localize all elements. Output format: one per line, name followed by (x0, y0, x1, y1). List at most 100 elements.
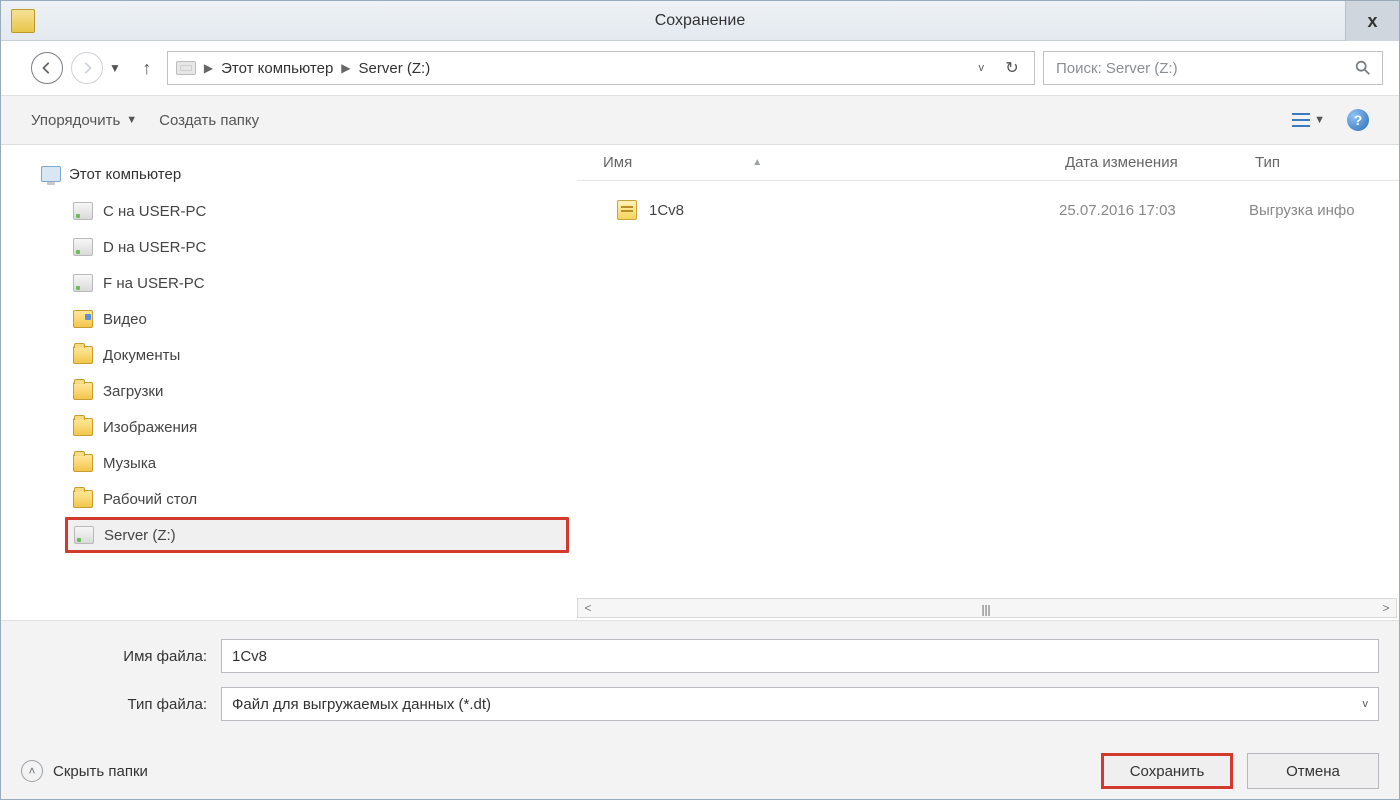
folder-icon (73, 454, 93, 472)
tree-item[interactable]: F на USER-PC (65, 265, 569, 301)
arrow-right-icon (80, 61, 94, 75)
tree-item-label: Загрузки (103, 383, 163, 400)
list-view-icon (1292, 113, 1310, 127)
breadcrumb-root[interactable]: Этот компьютер (221, 60, 333, 77)
tree-item[interactable]: Загрузки (65, 373, 569, 409)
tree-item[interactable]: Изображения (65, 409, 569, 445)
file-row[interactable]: 1Cv8 25.07.2016 17:03Выгрузка инфо (577, 191, 1399, 229)
column-headers: Имя ▲ Дата изменения Тип (577, 145, 1399, 181)
tree-root-label: Этот компьютер (69, 166, 181, 183)
filename-label: Имя файла: (21, 648, 221, 665)
nav-back-button[interactable] (31, 52, 63, 84)
column-header-type[interactable]: Тип (1249, 154, 1399, 171)
folder-icon (73, 382, 93, 400)
tree-item[interactable]: Документы (65, 337, 569, 373)
drive-icon (74, 526, 94, 544)
view-options-button[interactable]: ▼ (1292, 113, 1325, 127)
tree-item[interactable]: C на USER-PC (65, 193, 569, 229)
media-icon (73, 310, 93, 328)
tree-item[interactable]: D на USER-PC (65, 229, 569, 265)
computer-icon (41, 166, 61, 182)
filetype-select[interactable]: Файл для выгружаемых данных (*.dt) v (221, 687, 1379, 721)
tree-item-label: Документы (103, 347, 180, 364)
hide-folders-label: Скрыть папки (53, 763, 148, 780)
file-icon (617, 200, 637, 220)
tree-item-label: Server (Z:) (104, 527, 176, 544)
tree-item[interactable]: Музыка (65, 445, 569, 481)
nav-history-dropdown[interactable]: ▼ (109, 61, 121, 75)
tree-item-label: D на USER-PC (103, 239, 206, 256)
filetype-label: Тип файла: (21, 696, 221, 713)
folder-icon (73, 418, 93, 436)
file-list-pane: Имя ▲ Дата изменения Тип 1Cv8 25.07.2016 … (577, 145, 1399, 620)
filename-row: Имя файла: (21, 639, 1379, 673)
drive-icon (73, 274, 93, 292)
scroll-track[interactable]: Ⅲ (598, 602, 1376, 614)
file-type: Выгрузка инфо (1249, 202, 1399, 219)
folder-tree: Этот компьютер C на USER-PC D на USER-PC F… (1, 145, 577, 620)
main-area: Этот компьютер C на USER-PC D на USER-PC F… (1, 145, 1399, 620)
cancel-button[interactable]: Отмена (1247, 753, 1379, 789)
save-button[interactable]: Сохранить (1101, 753, 1233, 789)
tree-root-this-pc[interactable]: Этот компьютер (41, 159, 569, 189)
filetype-value: Файл для выгружаемых данных (*.dt) (232, 696, 491, 713)
help-button[interactable]: ? (1347, 109, 1369, 131)
sort-asc-icon: ▲ (752, 157, 762, 168)
toolbar: Упорядочить ▼ Создать папку ▼ ? (1, 95, 1399, 145)
app-icon (11, 9, 35, 33)
file-list: 1Cv8 25.07.2016 17:03Выгрузка инфо (577, 181, 1399, 598)
tree-item[interactable]: Рабочий стол (65, 481, 569, 517)
horizontal-scrollbar[interactable]: < Ⅲ > (577, 598, 1397, 618)
bottom-panel: Имя файла: Тип файла: Файл для выгружаем… (1, 620, 1399, 799)
search-icon (1354, 59, 1372, 77)
search-input[interactable] (1054, 59, 1354, 78)
hide-folders-toggle[interactable]: ˄ Скрыть папки (21, 760, 148, 782)
tree-item-label: Музыка (103, 455, 156, 472)
scroll-right-button[interactable]: > (1376, 601, 1396, 615)
organize-button[interactable]: Упорядочить ▼ (31, 112, 137, 129)
folder-icon (73, 346, 93, 364)
nav-forward-button (71, 52, 103, 84)
tree-item-label: Изображения (103, 419, 197, 436)
close-button[interactable]: x (1345, 1, 1399, 41)
scroll-left-button[interactable]: < (578, 601, 598, 615)
refresh-button[interactable]: ↻ (998, 58, 1026, 78)
file-date: 25.07.2016 17:03 (1059, 202, 1249, 219)
chevron-up-icon: ˄ (21, 760, 43, 782)
drive-icon (73, 202, 93, 220)
chevron-right-icon: ▶ (204, 61, 213, 75)
arrow-left-icon (40, 61, 54, 75)
save-dialog: Сохранение x ▼ ↑ ▶ Этот компьютер ▶ Serv… (0, 0, 1400, 800)
nav-up-button[interactable]: ↑ (135, 58, 159, 79)
tree-item[interactable]: Server (Z:) (65, 517, 569, 553)
new-folder-button[interactable]: Создать папку (159, 112, 259, 129)
tree-item-label: Видео (103, 311, 147, 328)
drive-icon (73, 238, 93, 256)
search-box[interactable] (1043, 51, 1383, 85)
column-header-date[interactable]: Дата изменения (1059, 154, 1249, 171)
tree-item-label: C на USER-PC (103, 203, 206, 220)
scroll-grip-icon: Ⅲ (966, 602, 1008, 614)
column-header-name[interactable]: Имя ▲ (597, 154, 1059, 171)
tree-item-label: Рабочий стол (103, 491, 197, 508)
new-folder-label: Создать папку (159, 112, 259, 129)
tree-item-label: F на USER-PC (103, 275, 205, 292)
folder-icon (73, 490, 93, 508)
address-dropdown[interactable]: v (971, 62, 993, 74)
window-title: Сохранение (1, 12, 1399, 30)
breadcrumb-leaf[interactable]: Server (Z:) (359, 60, 431, 77)
chevron-down-icon: v (1363, 698, 1369, 710)
tree-item[interactable]: Видео (65, 301, 569, 337)
file-name: 1Cv8 (649, 202, 684, 219)
chevron-down-icon: ▼ (1314, 114, 1325, 126)
chevron-down-icon: ▼ (126, 114, 137, 126)
address-bar[interactable]: ▶ Этот компьютер ▶ Server (Z:) v ↻ (167, 51, 1035, 85)
filename-input[interactable] (221, 639, 1379, 673)
title-bar: Сохранение x (1, 1, 1399, 41)
action-row: ˄ Скрыть папки Сохранить Отмена (21, 735, 1379, 789)
filetype-row: Тип файла: Файл для выгружаемых данных (… (21, 687, 1379, 721)
nav-row: ▼ ↑ ▶ Этот компьютер ▶ Server (Z:) v ↻ (1, 41, 1399, 95)
drive-icon (176, 61, 196, 75)
chevron-right-icon: ▶ (341, 61, 350, 75)
organize-label: Упорядочить (31, 112, 120, 129)
